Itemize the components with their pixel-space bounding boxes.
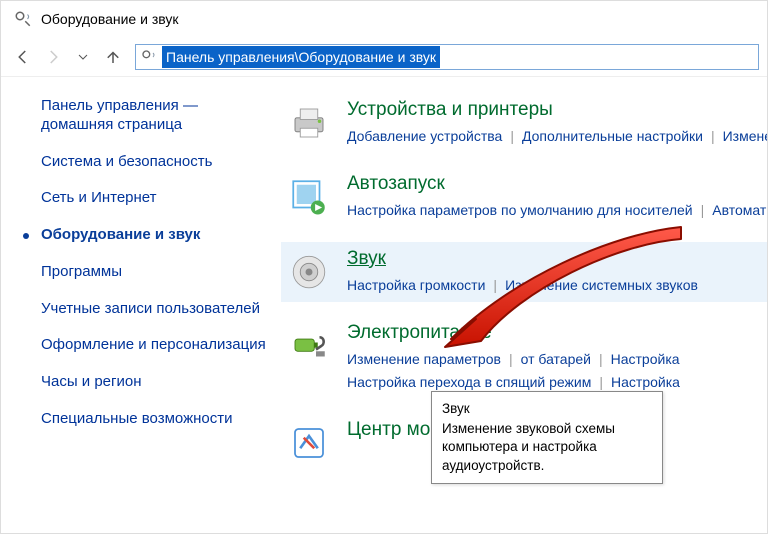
category-links: Настройка громкости | Изменение системных … [347,274,767,296]
category-body: Устройства и принтеры Добавление устройст… [347,99,767,147]
category-link[interactable]: Добавление устройства [347,128,502,144]
category-link[interactable]: Настройка перехода в спящий режим [347,374,591,390]
category-2: Звук Настройка громкости | Изменение систем… [281,242,767,302]
back-button[interactable] [9,43,37,71]
category-0: Устройства и принтеры Добавление устройст… [281,93,767,153]
category-link[interactable]: Изменение параметров [347,351,501,367]
sidebar-item-0[interactable]: Панель управления — домашняя страница [41,97,271,135]
category-title[interactable]: Электропитание [347,322,767,344]
hardware-sound-icon [138,46,160,68]
category-link[interactable]: Настройка [611,351,680,367]
separator: | [599,351,603,367]
tooltip: Звук Изменение звуковой схемы компьютера… [431,391,663,484]
category-links: Изменение параметров | от батарей | Настройк… [347,348,767,370]
sidebar-item-6[interactable]: Оформление и персонализация [41,336,271,355]
category-link[interactable]: Настройка параметров по умолчанию для но… [347,202,693,218]
recent-dropdown[interactable] [69,43,97,71]
hardware-sound-icon [13,9,33,29]
sidebar-item-5[interactable]: Учетные записи пользователей [41,300,271,319]
printer-icon [285,99,333,147]
category-link[interactable]: Изменение системных звуков [505,277,698,293]
sidebar-item-3[interactable]: Оборудование и звук [41,226,271,245]
window-title: Оборудование и звук [41,11,179,27]
category-link[interactable]: Настройка [611,374,680,390]
sidebar-item-1[interactable]: Система и безопасность [41,153,271,172]
tooltip-title: Звук [442,400,652,418]
sidebar-item-2[interactable]: Сеть и Интернет [41,189,271,208]
address-field[interactable]: Панель управления\Оборудование и звук [135,44,759,70]
separator: | [711,128,715,144]
category-title[interactable]: Звук [347,248,767,270]
mobility-icon [285,419,333,467]
up-button[interactable] [99,43,127,71]
forward-button[interactable] [39,43,67,71]
category-title[interactable]: Устройства и принтеры [347,99,767,121]
category-title[interactable]: Автозапуск [347,173,767,195]
sidebar-item-4[interactable]: Программы [41,263,271,282]
separator: | [493,277,497,293]
category-3: Электропитание Изменение параметров | от ба… [281,316,767,399]
category-link[interactable]: Изменение параметров запуска Windows To … [723,128,767,144]
speaker-icon [285,248,333,296]
category-link[interactable]: от батарей [521,351,591,367]
sidebar-item-7[interactable]: Часы и регион [41,373,271,392]
separator: | [510,128,514,144]
category-link[interactable]: Дополнительные настройки [522,128,703,144]
category-body: Автозапуск Настройка параметров по умолча… [347,173,767,221]
separator: | [701,202,705,218]
category-1: Автозапуск Настройка параметров по умолча… [281,167,767,227]
category-body: Электропитание Изменение параметров | от ба… [347,322,767,393]
separator: | [599,374,603,390]
separator: | [509,351,513,367]
autoplay-icon [285,173,333,221]
category-links: Настройка параметров по умолчанию для но… [347,199,767,221]
category-links: Добавление устройства | Дополнительные нас… [347,125,767,147]
category-link[interactable]: Автоматическое воспроизведение компакт-д… [712,202,767,218]
category-links: Настройка перехода в спящий режим | Настро… [347,371,767,393]
sidebar: Панель управления — домашняя страница Сис… [1,77,281,534]
sidebar-item-8[interactable]: Специальные возможности [41,410,271,429]
address-text: Панель управления\Оборудование и звук [162,46,440,68]
tooltip-body: Изменение звуковой схемы компьютера и на… [442,420,652,475]
address-bar: Панель управления\Оборудование и звук [1,37,767,77]
titlebar: Оборудование и звук [1,1,767,37]
category-body: Звук Настройка громкости | Изменение систем… [347,248,767,296]
power-icon [285,322,333,370]
category-link[interactable]: Настройка громкости [347,277,485,293]
